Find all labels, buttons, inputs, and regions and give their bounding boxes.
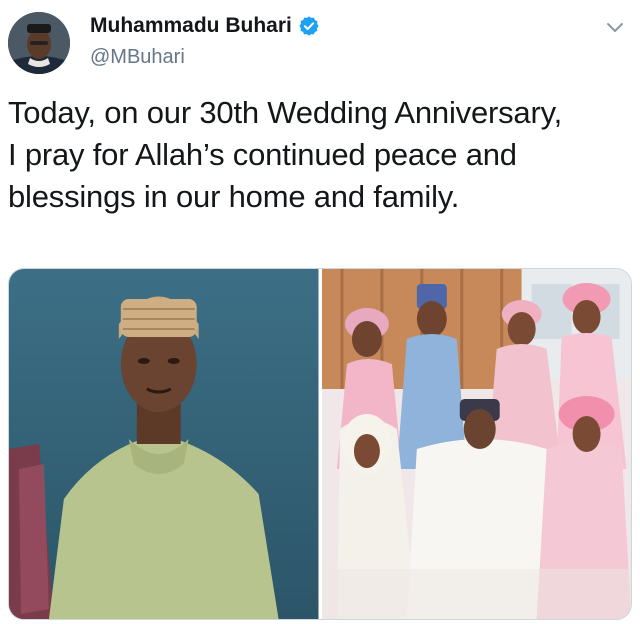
verified-badge-icon bbox=[298, 15, 320, 37]
family-group-photo[interactable] bbox=[321, 269, 631, 619]
tweet-text: Today, on our 30th Wedding Anniversary, … bbox=[8, 95, 562, 214]
name-row: Muhammadu Buhari bbox=[90, 14, 320, 38]
tweet-card: Muhammadu Buhari @MBuhari Today, on our … bbox=[0, 0, 640, 624]
chevron-down-icon[interactable] bbox=[604, 16, 626, 38]
vintage-portrait-photo[interactable] bbox=[9, 269, 319, 619]
avatar-image bbox=[8, 12, 70, 74]
avatar[interactable] bbox=[8, 12, 70, 74]
display-name[interactable]: Muhammadu Buhari bbox=[90, 14, 292, 38]
user-handle[interactable]: @MBuhari bbox=[90, 46, 185, 69]
tweet-media[interactable] bbox=[8, 268, 632, 620]
